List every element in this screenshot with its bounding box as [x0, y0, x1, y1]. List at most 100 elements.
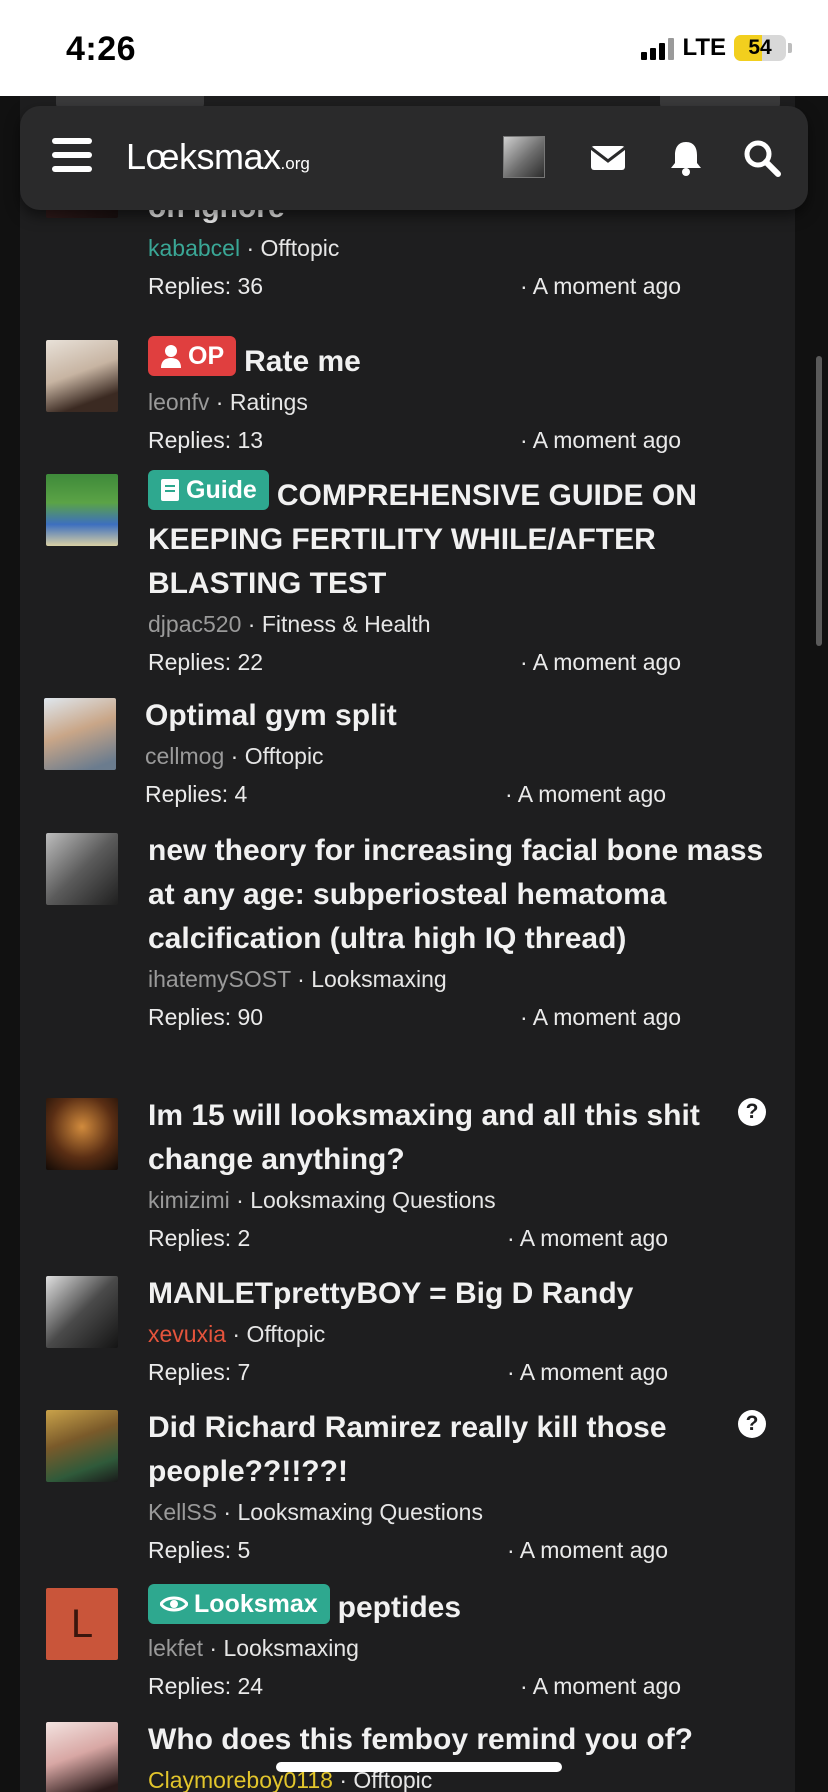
thread-avatar[interactable]: [46, 833, 118, 905]
meta-separator: ·: [520, 273, 533, 299]
thread-title[interactable]: Who does this femboy remind you of?: [148, 1718, 766, 1762]
thread-title[interactable]: OP Rate me: [148, 336, 766, 384]
thread-title[interactable]: Im 15 will looksmaxing and all this shit…: [148, 1094, 766, 1182]
reply-count: Replies: 5: [148, 1537, 251, 1563]
thread-avatar[interactable]: L: [46, 1588, 118, 1660]
mail-icon[interactable]: [586, 136, 630, 180]
thread-item[interactable]: Optimal gym split cellmog · Offtopic Rep…: [44, 694, 764, 814]
thread-title[interactable]: Looksmax peptides: [148, 1584, 766, 1630]
thread-author[interactable]: xevuxia: [148, 1321, 226, 1347]
thread-avatar[interactable]: [44, 698, 116, 770]
guide-badge: Guide: [148, 470, 269, 510]
thread-author[interactable]: lekfet: [148, 1635, 203, 1661]
thread-author[interactable]: ihatemySOST: [148, 966, 291, 992]
thread-item[interactable]: L Looksmax peptides lekfet · Looksmaxing…: [46, 1584, 766, 1704]
battery-nub: [788, 43, 792, 53]
last-post-time[interactable]: A moment ago: [520, 1359, 668, 1385]
thread-title[interactable]: Optimal gym split: [145, 694, 764, 738]
network-label: LTE: [682, 34, 726, 61]
eye-icon: [160, 1596, 188, 1612]
thread-avatar[interactable]: [46, 1410, 118, 1482]
thread-author[interactable]: djpac520: [148, 611, 241, 637]
reply-count: Replies: 7: [148, 1359, 251, 1385]
thread-title[interactable]: MANLETprettyBOY = Big D Randy: [148, 1272, 766, 1316]
thread-item[interactable]: Im 15 will looksmaxing and all this shit…: [46, 1094, 766, 1254]
last-post-time[interactable]: A moment ago: [520, 1225, 668, 1251]
thread-title[interactable]: Did Richard Ramirez really kill those pe…: [148, 1406, 766, 1494]
thread-author[interactable]: kababcel: [148, 235, 240, 261]
menu-icon[interactable]: [52, 138, 92, 174]
meta-separator: ·: [505, 781, 518, 807]
thread-forum[interactable]: Looksmaxing Questions: [238, 1499, 483, 1525]
meta-separator: ·: [507, 1359, 520, 1385]
thread-forum[interactable]: Looksmaxing Questions: [250, 1187, 495, 1213]
top-navbar: Lœksmax.org: [20, 106, 808, 210]
meta-separator: ·: [229, 1187, 251, 1213]
thread-forum[interactable]: Offtopic: [246, 1321, 325, 1347]
thread-forum[interactable]: Offtopic: [245, 743, 324, 769]
thread-stats: Replies: 36 · A moment ago: [148, 270, 766, 302]
thread-author[interactable]: kimizimi: [148, 1187, 230, 1213]
thread-title-text[interactable]: Rate me: [244, 345, 361, 378]
battery-percent: 54: [748, 36, 772, 59]
looksmax-badge: Looksmax: [148, 1584, 330, 1624]
thread-avatar[interactable]: [46, 474, 118, 546]
thread-author[interactable]: leonfv: [148, 389, 209, 415]
reply-count: Replies: 24: [148, 1673, 264, 1699]
meta-separator: ·: [217, 1499, 238, 1525]
meta-separator: ·: [241, 611, 262, 637]
last-post-time[interactable]: A moment ago: [518, 781, 666, 807]
thread-item[interactable]: OP Rate me leonfv · Ratings Replies: 13 …: [46, 336, 766, 456]
thread-item[interactable]: new theory for increasing facial bone ma…: [46, 829, 766, 1079]
thread-meta: djpac520 · Fitness & Health: [148, 608, 766, 640]
battery-icon: 54: [734, 35, 786, 61]
thread-item[interactable]: Guide COMPREHENSIVE GUIDE ON KEEPING FER…: [46, 470, 766, 676]
last-post-time[interactable]: A moment ago: [533, 427, 681, 453]
search-icon[interactable]: [740, 136, 784, 180]
meta-separator: ·: [202, 1635, 224, 1661]
badge-label: Guide: [186, 476, 257, 504]
thread-title[interactable]: new theory for increasing facial bone ma…: [148, 829, 766, 961]
thread-forum[interactable]: Looksmaxing: [311, 966, 447, 992]
thread-item[interactable]: Did Richard Ramirez really kill those pe…: [46, 1406, 766, 1566]
meta-separator: ·: [520, 649, 533, 675]
thread-title-text[interactable]: peptides: [338, 1591, 461, 1624]
last-post-time[interactable]: A moment ago: [533, 1004, 681, 1030]
thread-author[interactable]: cellmog: [145, 743, 224, 769]
thread-stats: Replies: 4 · A moment ago: [145, 778, 764, 810]
meta-separator: ·: [225, 1321, 247, 1347]
last-post-time[interactable]: A moment ago: [533, 1673, 681, 1699]
home-indicator[interactable]: [276, 1762, 562, 1772]
user-avatar[interactable]: [503, 136, 545, 178]
thread-item[interactable]: Who does this femboy remind you of? Clay…: [46, 1718, 766, 1792]
thread-avatar[interactable]: [46, 1722, 118, 1792]
thread-stats: Replies: 5 · A moment ago: [148, 1534, 766, 1566]
thread-meta: xevuxia · Offtopic: [148, 1318, 766, 1350]
last-post-time[interactable]: A moment ago: [533, 649, 681, 675]
thread-stats: Replies: 22 · A moment ago: [148, 646, 766, 678]
thread-avatar[interactable]: [46, 1276, 118, 1348]
thread-forum[interactable]: Looksmaxing: [223, 1635, 359, 1661]
thread-meta: ihatemySOST · Looksmaxing: [148, 963, 766, 995]
thread-forum[interactable]: Offtopic: [261, 235, 340, 261]
scrollbar[interactable]: [816, 356, 822, 646]
book-icon: [161, 479, 179, 501]
meta-separator: ·: [240, 235, 261, 261]
user-icon: [161, 345, 181, 368]
status-bar: 4:26 LTE 54: [0, 0, 828, 96]
site-logo[interactable]: Lœksmax.org: [126, 136, 310, 178]
thread-avatar[interactable]: [46, 1098, 118, 1170]
thread-meta: KellSS · Looksmaxing Questions: [148, 1496, 766, 1528]
reply-count: Replies: 22: [148, 649, 264, 675]
reply-count: Replies: 2: [148, 1225, 251, 1251]
thread-item[interactable]: MANLETprettyBOY = Big D Randy xevuxia · …: [46, 1272, 766, 1392]
last-post-time[interactable]: A moment ago: [533, 273, 681, 299]
thread-author[interactable]: KellSS: [148, 1499, 217, 1525]
thread-forum[interactable]: Ratings: [230, 389, 308, 415]
thread-title[interactable]: Guide COMPREHENSIVE GUIDE ON KEEPING FER…: [148, 470, 766, 606]
thread-forum[interactable]: Fitness & Health: [262, 611, 431, 637]
page: Lœksmax.org on ignore kababcel · Offtopi…: [0, 96, 828, 1792]
thread-avatar[interactable]: [46, 340, 118, 412]
last-post-time[interactable]: A moment ago: [520, 1537, 668, 1563]
bell-icon[interactable]: [664, 136, 708, 180]
